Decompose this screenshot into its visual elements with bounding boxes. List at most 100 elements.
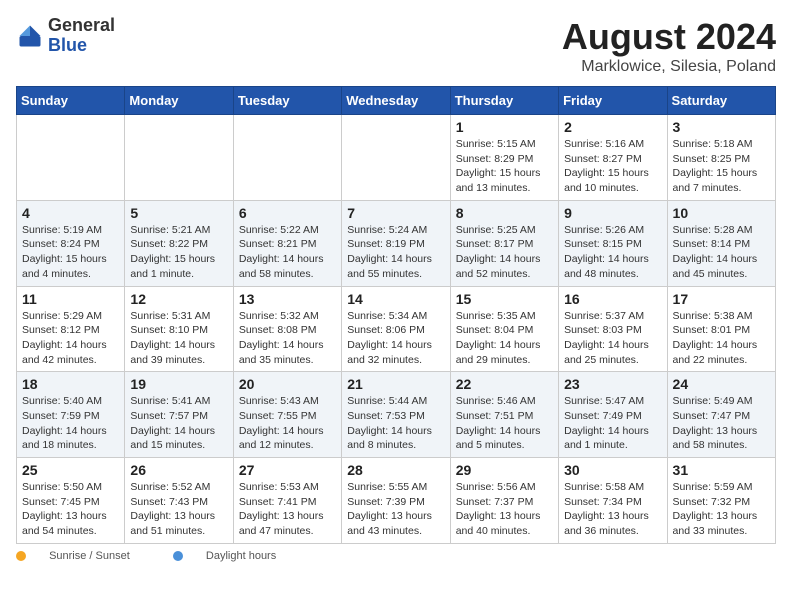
day-info: Sunrise: 5:19 AMSunset: 8:24 PMDaylight:… [22, 223, 119, 282]
day-number: 6 [239, 205, 336, 221]
calendar-cell: 17 Sunrise: 5:38 AMSunset: 8:01 PMDayligh… [667, 286, 775, 372]
calendar-cell: 5 Sunrise: 5:21 AMSunset: 8:22 PMDaylight… [125, 200, 233, 286]
day-info: Sunrise: 5:26 AMSunset: 8:15 PMDaylight:… [564, 223, 661, 282]
sunrise-legend: Sunrise / Sunset [16, 550, 153, 562]
calendar-body: 1Sunrise: 5:15 AMSunset: 8:29 PMDaylight… [17, 115, 776, 544]
calendar-cell: 24 Sunrise: 5:49 AMSunset: 7:47 PMDayligh… [667, 372, 775, 458]
calendar-cell: 19Sunrise: 5:41 AMSunset: 7:57 PMDayligh… [125, 372, 233, 458]
day-number: 30 [564, 462, 661, 478]
calendar-cell: 22Sunrise: 5:46 AMSunset: 7:51 PMDayligh… [450, 372, 558, 458]
day-info: Sunrise: 5:29 AMSunset: 8:12 PMDaylight:… [22, 309, 119, 368]
day-number: 9 [564, 205, 661, 221]
header-day-thursday: Thursday [450, 87, 558, 115]
calendar-cell: 28Sunrise: 5:55 AMSunset: 7:39 PMDayligh… [342, 458, 450, 544]
day-info: Sunrise: 5:56 AMSunset: 7:37 PMDaylight:… [456, 480, 553, 539]
calendar-cell: 29Sunrise: 5:56 AMSunset: 7:37 PMDayligh… [450, 458, 558, 544]
day-number: 21 [347, 376, 444, 392]
calendar-cell: 18 Sunrise: 5:40 AMSunset: 7:59 PMDayligh… [17, 372, 125, 458]
daylight-dot-icon [173, 551, 183, 561]
day-number: 20 [239, 376, 336, 392]
day-number: 28 [347, 462, 444, 478]
day-number: 5 [130, 205, 227, 221]
day-number: 8 [456, 205, 553, 221]
calendar-cell: 15Sunrise: 5:35 AMSunset: 8:04 PMDayligh… [450, 286, 558, 372]
day-info: Sunrise: 5:35 AMSunset: 8:04 PMDaylight:… [456, 309, 553, 368]
header-day-friday: Friday [559, 87, 667, 115]
day-info: Sunrise: 5:40 AMSunset: 7:59 PMDaylight:… [22, 394, 119, 453]
calendar-cell: 16Sunrise: 5:37 AMSunset: 8:03 PMDayligh… [559, 286, 667, 372]
day-info: Sunrise: 5:24 AMSunset: 8:19 PMDaylight:… [347, 223, 444, 282]
day-info: Sunrise: 5:46 AMSunset: 7:51 PMDaylight:… [456, 394, 553, 453]
day-info: Sunrise: 5:41 AMSunset: 7:57 PMDaylight:… [130, 394, 227, 453]
header-day-monday: Monday [125, 87, 233, 115]
day-number: 23 [564, 376, 661, 392]
calendar-cell: 27Sunrise: 5:53 AMSunset: 7:41 PMDayligh… [233, 458, 341, 544]
day-number: 10 [673, 205, 770, 221]
header-day-saturday: Saturday [667, 87, 775, 115]
day-number: 14 [347, 291, 444, 307]
day-number: 12 [130, 291, 227, 307]
day-number: 26 [130, 462, 227, 478]
calendar-cell: 25 Sunrise: 5:50 AMSunset: 7:45 PMDayligh… [17, 458, 125, 544]
day-info: Sunrise: 5:52 AMSunset: 7:43 PMDaylight:… [130, 480, 227, 539]
calendar-cell: 1Sunrise: 5:15 AMSunset: 8:29 PMDaylight… [450, 115, 558, 201]
header-day-sunday: Sunday [17, 87, 125, 115]
calendar-cell [233, 115, 341, 201]
calendar-cell [17, 115, 125, 201]
calendar-cell: 8 Sunrise: 5:25 AMSunset: 8:17 PMDaylight… [450, 200, 558, 286]
day-number: 25 [22, 462, 119, 478]
week-row-5: 25 Sunrise: 5:50 AMSunset: 7:45 PMDayligh… [17, 458, 776, 544]
day-number: 4 [22, 205, 119, 221]
calendar-cell: 4 Sunrise: 5:19 AMSunset: 8:24 PMDaylight… [17, 200, 125, 286]
daylight-legend: Daylight hours [173, 550, 296, 562]
calendar-cell: 10Sunrise: 5:28 AMSunset: 8:14 PMDayligh… [667, 200, 775, 286]
day-number: 16 [564, 291, 661, 307]
location: Marklowice, Silesia, Poland [562, 58, 776, 76]
day-number: 7 [347, 205, 444, 221]
calendar-cell: 20 Sunrise: 5:43 AMSunset: 7:55 PMDayligh… [233, 372, 341, 458]
day-number: 3 [673, 119, 770, 135]
calendar-header: SundayMondayTuesdayWednesdayThursdayFrid… [17, 87, 776, 115]
calendar-cell: 21 Sunrise: 5:44 AMSunset: 7:53 PMDayligh… [342, 372, 450, 458]
day-info: Sunrise: 5:47 AMSunset: 7:49 PMDaylight:… [564, 394, 661, 453]
page-header: General Blue August 2024 Marklowice, Sil… [16, 16, 776, 76]
logo-blue: Blue [48, 36, 115, 56]
day-info: Sunrise: 5:44 AMSunset: 7:53 PMDaylight:… [347, 394, 444, 453]
week-row-4: 18 Sunrise: 5:40 AMSunset: 7:59 PMDayligh… [17, 372, 776, 458]
calendar-cell: 31Sunrise: 5:59 AMSunset: 7:32 PMDayligh… [667, 458, 775, 544]
calendar-cell: 11Sunrise: 5:29 AMSunset: 8:12 PMDayligh… [17, 286, 125, 372]
day-number: 17 [673, 291, 770, 307]
calendar-cell: 6Sunrise: 5:22 AMSunset: 8:21 PMDaylight… [233, 200, 341, 286]
calendar-cell: 26 Sunrise: 5:52 AMSunset: 7:43 PMDayligh… [125, 458, 233, 544]
calendar-cell: 7 Sunrise: 5:24 AMSunset: 8:19 PMDaylight… [342, 200, 450, 286]
title-block: August 2024 Marklowice, Silesia, Poland [562, 16, 776, 76]
header-day-tuesday: Tuesday [233, 87, 341, 115]
day-info: Sunrise: 5:49 AMSunset: 7:47 PMDaylight:… [673, 394, 770, 453]
week-row-3: 11Sunrise: 5:29 AMSunset: 8:12 PMDayligh… [17, 286, 776, 372]
calendar-table: SundayMondayTuesdayWednesdayThursdayFrid… [16, 86, 776, 544]
day-number: 1 [456, 119, 553, 135]
day-info: Sunrise: 5:38 AMSunset: 8:01 PMDaylight:… [673, 309, 770, 368]
calendar-cell [342, 115, 450, 201]
calendar-cell: 30Sunrise: 5:58 AMSunset: 7:34 PMDayligh… [559, 458, 667, 544]
header-day-wednesday: Wednesday [342, 87, 450, 115]
day-info: Sunrise: 5:16 AMSunset: 8:27 PMDaylight:… [564, 137, 661, 196]
day-number: 24 [673, 376, 770, 392]
logo-icon [16, 22, 44, 50]
day-info: Sunrise: 5:31 AMSunset: 8:10 PMDaylight:… [130, 309, 227, 368]
logo: General Blue [16, 16, 115, 56]
logo-general: General [48, 16, 115, 36]
day-info: Sunrise: 5:50 AMSunset: 7:45 PMDaylight:… [22, 480, 119, 539]
day-info: Sunrise: 5:32 AMSunset: 8:08 PMDaylight:… [239, 309, 336, 368]
week-row-1: 1Sunrise: 5:15 AMSunset: 8:29 PMDaylight… [17, 115, 776, 201]
day-number: 18 [22, 376, 119, 392]
day-info: Sunrise: 5:25 AMSunset: 8:17 PMDaylight:… [456, 223, 553, 282]
calendar-cell: 23 Sunrise: 5:47 AMSunset: 7:49 PMDayligh… [559, 372, 667, 458]
day-info: Sunrise: 5:43 AMSunset: 7:55 PMDaylight:… [239, 394, 336, 453]
calendar-cell: 12 Sunrise: 5:31 AMSunset: 8:10 PMDayligh… [125, 286, 233, 372]
day-number: 27 [239, 462, 336, 478]
day-info: Sunrise: 5:21 AMSunset: 8:22 PMDaylight:… [130, 223, 227, 282]
calendar-cell: 14 Sunrise: 5:34 AMSunset: 8:06 PMDayligh… [342, 286, 450, 372]
calendar-cell: 2Sunrise: 5:16 AMSunset: 8:27 PMDaylight… [559, 115, 667, 201]
day-info: Sunrise: 5:34 AMSunset: 8:06 PMDaylight:… [347, 309, 444, 368]
